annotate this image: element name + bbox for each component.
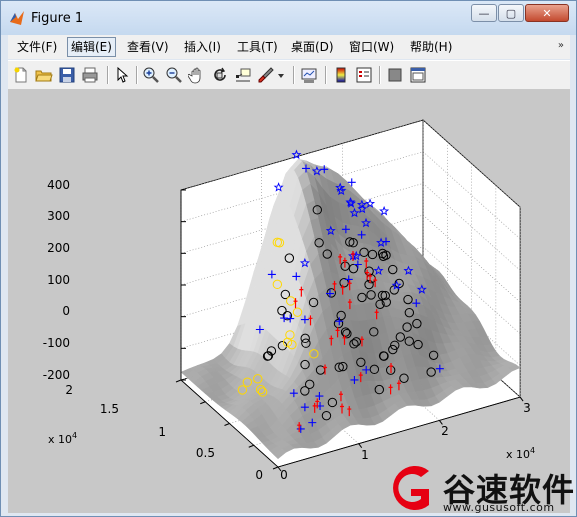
- y-tick-mark: [224, 423, 230, 426]
- toolbar-separator: [379, 66, 381, 84]
- new-figure-icon[interactable]: [12, 66, 30, 84]
- x-tick-label: 1: [361, 448, 369, 462]
- y-tick-label: 2: [65, 383, 73, 397]
- x-tick-label: 2: [441, 424, 449, 438]
- x-axis-exponent-label: x 104: [506, 446, 535, 461]
- figure-toolbar: [8, 60, 570, 90]
- y-tick-mark: [200, 401, 206, 405]
- hide-plot-tools-icon[interactable]: [386, 66, 404, 84]
- menu-desktop[interactable]: 桌面(D): [288, 38, 337, 56]
- close-button[interactable]: ✕: [525, 4, 569, 22]
- watermark-url: www.gususoft.com: [443, 501, 555, 514]
- minimize-button[interactable]: —: [471, 4, 497, 22]
- menu-edit[interactable]: 编辑(E): [67, 37, 116, 57]
- open-file-icon[interactable]: [35, 66, 53, 84]
- z-tick-label: -100: [43, 336, 70, 350]
- watermark-logo: [393, 466, 429, 510]
- colorbar-icon[interactable]: [332, 66, 350, 84]
- x-tick-label: 3: [523, 401, 531, 415]
- data-cursor-icon[interactable]: [234, 66, 252, 84]
- legend-icon[interactable]: [355, 66, 373, 84]
- y-tick-label: 0: [255, 468, 263, 482]
- zoom-out-icon[interactable]: [165, 66, 183, 84]
- toolbar-separator: [325, 66, 327, 84]
- x-tick-label: 0: [280, 468, 288, 482]
- surface-plot-axes[interactable]: 400 300 200 100 0 -100 -200 2 1.5 1 0.5 …: [8, 89, 570, 513]
- z-tick-label: -200: [43, 368, 70, 382]
- pan-hand-icon[interactable]: [188, 66, 206, 84]
- title-bar: Figure 1 — ▢ ✕: [1, 1, 576, 35]
- y-tick-label: 0.5: [196, 446, 215, 460]
- y-tick-mark: [175, 379, 182, 383]
- y-tick-mark: [248, 444, 254, 448]
- print-icon[interactable]: [81, 66, 99, 84]
- dropdown-arrow-icon[interactable]: [276, 66, 286, 84]
- toolbar-separator: [293, 66, 295, 84]
- chevron-icon[interactable]: »: [558, 40, 564, 51]
- y-tick-label: 1: [158, 425, 166, 439]
- z-tick-label: 400: [47, 178, 70, 192]
- window-controls: — ▢ ✕: [470, 4, 569, 22]
- figure-canvas[interactable]: 400 300 200 100 0 -100 -200 2 1.5 1 0.5 …: [8, 89, 570, 513]
- y-tick-mark: [272, 466, 279, 470]
- menu-view[interactable]: 查看(V): [124, 38, 172, 56]
- y-tick-label: 1.5: [100, 402, 119, 416]
- brush-icon[interactable]: [257, 66, 275, 84]
- z-tick-label: 0: [62, 304, 70, 318]
- window-title: Figure 1: [31, 11, 84, 26]
- menu-bar: 文件(F) 编辑(E) 查看(V) 插入(I) 工具(T) 桌面(D) 窗口(W…: [8, 35, 570, 59]
- save-icon[interactable]: [58, 66, 76, 84]
- rotate-3d-icon[interactable]: [211, 66, 229, 84]
- menu-help[interactable]: 帮助(H): [407, 38, 455, 56]
- link-plot-icon[interactable]: [300, 66, 318, 84]
- menu-file[interactable]: 文件(F): [14, 38, 60, 56]
- menu-window[interactable]: 窗口(W): [346, 38, 397, 56]
- zoom-in-icon[interactable]: [142, 66, 160, 84]
- y-axis-exponent-label: x 104: [48, 431, 77, 446]
- menu-insert[interactable]: 插入(I): [181, 38, 224, 56]
- toolbar-separator: [107, 66, 109, 84]
- z-tick-label: 300: [47, 209, 70, 223]
- z-tick-label: 100: [47, 273, 70, 287]
- maximize-button[interactable]: ▢: [498, 4, 524, 22]
- z-tick-label: 200: [47, 241, 70, 255]
- menu-tools[interactable]: 工具(T): [234, 38, 281, 56]
- matlab-logo-icon: [10, 11, 24, 25]
- toolbar-separator: [136, 66, 138, 84]
- z-axis-tick-labels: 400 300 200 100 0 -100 -200: [43, 178, 70, 382]
- pointer-icon[interactable]: [113, 66, 131, 84]
- figure-window: Figure 1 — ▢ ✕ 文件(F) 编辑(E) 查看(V) 插入(I) 工…: [0, 0, 577, 517]
- show-plot-tools-icon[interactable]: [409, 66, 427, 84]
